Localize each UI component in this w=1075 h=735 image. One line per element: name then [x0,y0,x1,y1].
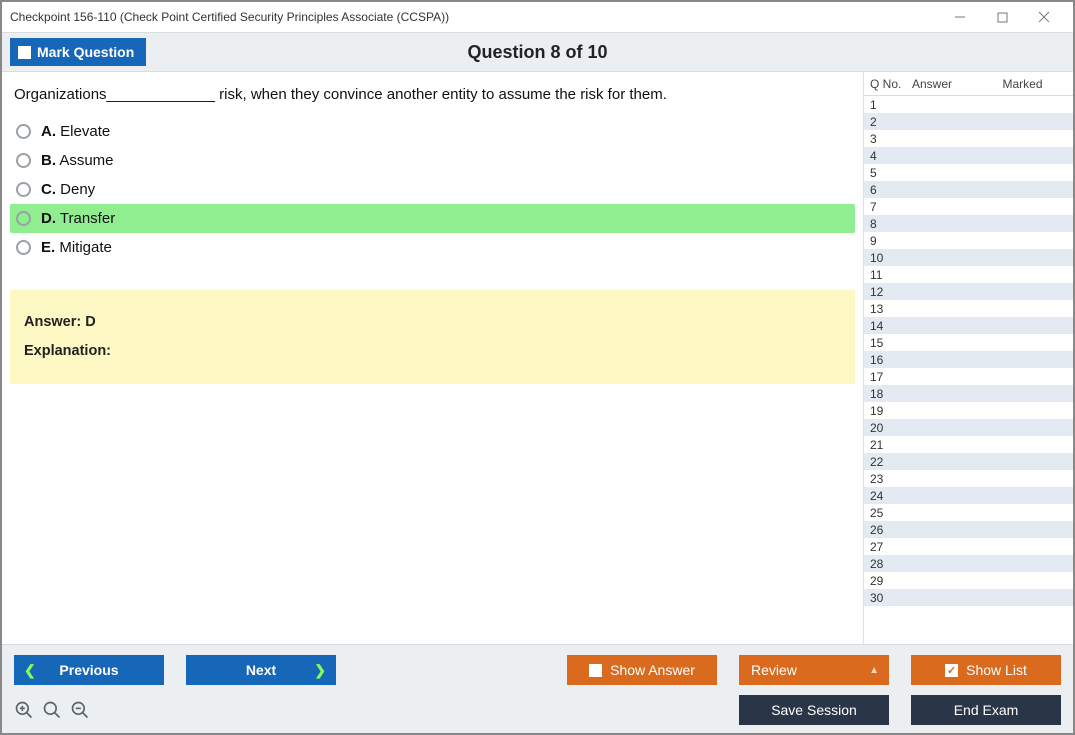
question-list-row[interactable]: 10 [864,249,1073,266]
question-list-row[interactable]: 18 [864,385,1073,402]
question-list-row[interactable]: 9 [864,232,1073,249]
answer-box: Answer: D Explanation: [10,290,855,384]
choice-label: D. Transfer [41,210,115,227]
chevron-right-icon: ❯ [314,662,326,679]
choice-a[interactable]: A. Elevate [10,117,855,146]
question-list-pane: Q No. Answer Marked 12345678910111213141… [863,72,1073,644]
question-list-row[interactable]: 29 [864,572,1073,589]
show-answer-button[interactable]: Show Answer [567,655,717,685]
choice-c[interactable]: C. Deny [10,175,855,204]
question-list-row[interactable]: 8 [864,215,1073,232]
question-list-row[interactable]: 19 [864,402,1073,419]
previous-label: Previous [59,662,118,678]
review-label: Review [751,662,797,678]
footer: ❮ Previous Next ❯ Show Answer Review ▲ ✓… [2,644,1073,733]
question-list-header: Q No. Answer Marked [864,72,1073,96]
next-label: Next [246,662,276,678]
mark-question-label: Mark Question [37,44,134,60]
choice-b[interactable]: B. Assume [10,146,855,175]
question-text: Organizations_____________ risk, when th… [10,86,855,117]
chevron-left-icon: ❮ [24,662,36,679]
previous-button[interactable]: ❮ Previous [14,655,164,685]
body-area: Organizations_____________ risk, when th… [2,72,1073,644]
question-pane: Organizations_____________ risk, when th… [2,72,863,644]
question-list-row[interactable]: 23 [864,470,1073,487]
app-window: Checkpoint 156-110 (Check Point Certifie… [0,0,1075,735]
question-list-row[interactable]: 2 [864,113,1073,130]
question-list-row[interactable]: 11 [864,266,1073,283]
window-title: Checkpoint 156-110 (Check Point Certifie… [10,10,939,24]
question-list-row[interactable]: 1 [864,96,1073,113]
question-list-row[interactable]: 25 [864,504,1073,521]
question-list-row[interactable]: 20 [864,419,1073,436]
checkbox-checked-icon: ✓ [945,664,958,677]
header-bar: Mark Question Question 8 of 10 [2,32,1073,72]
zoom-out-icon[interactable] [70,700,90,720]
maximize-button[interactable] [981,3,1023,31]
close-button[interactable] [1023,3,1065,31]
title-bar: Checkpoint 156-110 (Check Point Certifie… [2,2,1073,32]
question-list[interactable]: 1234567891011121314151617181920212223242… [864,96,1073,644]
question-list-row[interactable]: 30 [864,589,1073,606]
choice-label: C. Deny [41,181,95,198]
question-list-row[interactable]: 16 [864,351,1073,368]
question-list-row[interactable]: 3 [864,130,1073,147]
end-exam-button[interactable]: End Exam [911,695,1061,725]
zoom-in-icon[interactable] [14,700,34,720]
col-header-marked: Marked [986,77,1059,91]
save-session-label: Save Session [771,702,857,718]
question-list-row[interactable]: 4 [864,147,1073,164]
show-answer-label: Show Answer [610,662,695,678]
choice-e[interactable]: E. Mitigate [10,233,855,262]
col-header-answer: Answer [912,77,986,91]
next-button[interactable]: Next ❯ [186,655,336,685]
show-list-label: Show List [966,662,1027,678]
col-header-qno: Q No. [864,77,912,91]
radio-icon [16,124,31,139]
choice-label: B. Assume [41,152,114,169]
explanation-label: Explanation: [24,337,841,366]
question-list-row[interactable]: 6 [864,181,1073,198]
question-list-row[interactable]: 5 [864,164,1073,181]
question-list-row[interactable]: 26 [864,521,1073,538]
question-list-row[interactable]: 14 [864,317,1073,334]
zoom-controls [14,700,90,720]
choice-label: A. Elevate [41,123,110,140]
answer-label: Answer: D [24,308,841,337]
question-list-row[interactable]: 13 [864,300,1073,317]
radio-icon [16,240,31,255]
show-list-button[interactable]: ✓ Show List [911,655,1061,685]
question-list-row[interactable]: 12 [864,283,1073,300]
question-list-row[interactable]: 7 [864,198,1073,215]
question-list-row[interactable]: 15 [864,334,1073,351]
footer-row-top: ❮ Previous Next ❯ Show Answer Review ▲ ✓… [14,655,1061,685]
zoom-reset-icon[interactable] [42,700,62,720]
end-exam-label: End Exam [954,702,1019,718]
question-list-row[interactable]: 24 [864,487,1073,504]
window-controls [939,3,1065,31]
radio-icon [16,153,31,168]
question-list-row[interactable]: 22 [864,453,1073,470]
question-list-row[interactable]: 27 [864,538,1073,555]
choice-d[interactable]: D. Transfer [10,204,855,233]
question-list-row[interactable]: 21 [864,436,1073,453]
question-list-row[interactable]: 17 [864,368,1073,385]
choice-label: E. Mitigate [41,239,112,256]
question-list-row[interactable]: 28 [864,555,1073,572]
review-button[interactable]: Review ▲ [739,655,889,685]
radio-icon [16,211,31,226]
caret-up-icon: ▲ [869,665,879,676]
question-counter: Question 8 of 10 [2,42,1073,63]
radio-icon [16,182,31,197]
checkbox-icon [589,664,602,677]
checkbox-icon [18,46,31,59]
footer-row-bottom: Save Session End Exam [14,695,1061,725]
choices-list: A. Elevate B. Assume C. Deny D. Transfer E. … [10,117,855,262]
mark-question-button[interactable]: Mark Question [10,38,146,66]
minimize-button[interactable] [939,3,981,31]
save-session-button[interactable]: Save Session [739,695,889,725]
